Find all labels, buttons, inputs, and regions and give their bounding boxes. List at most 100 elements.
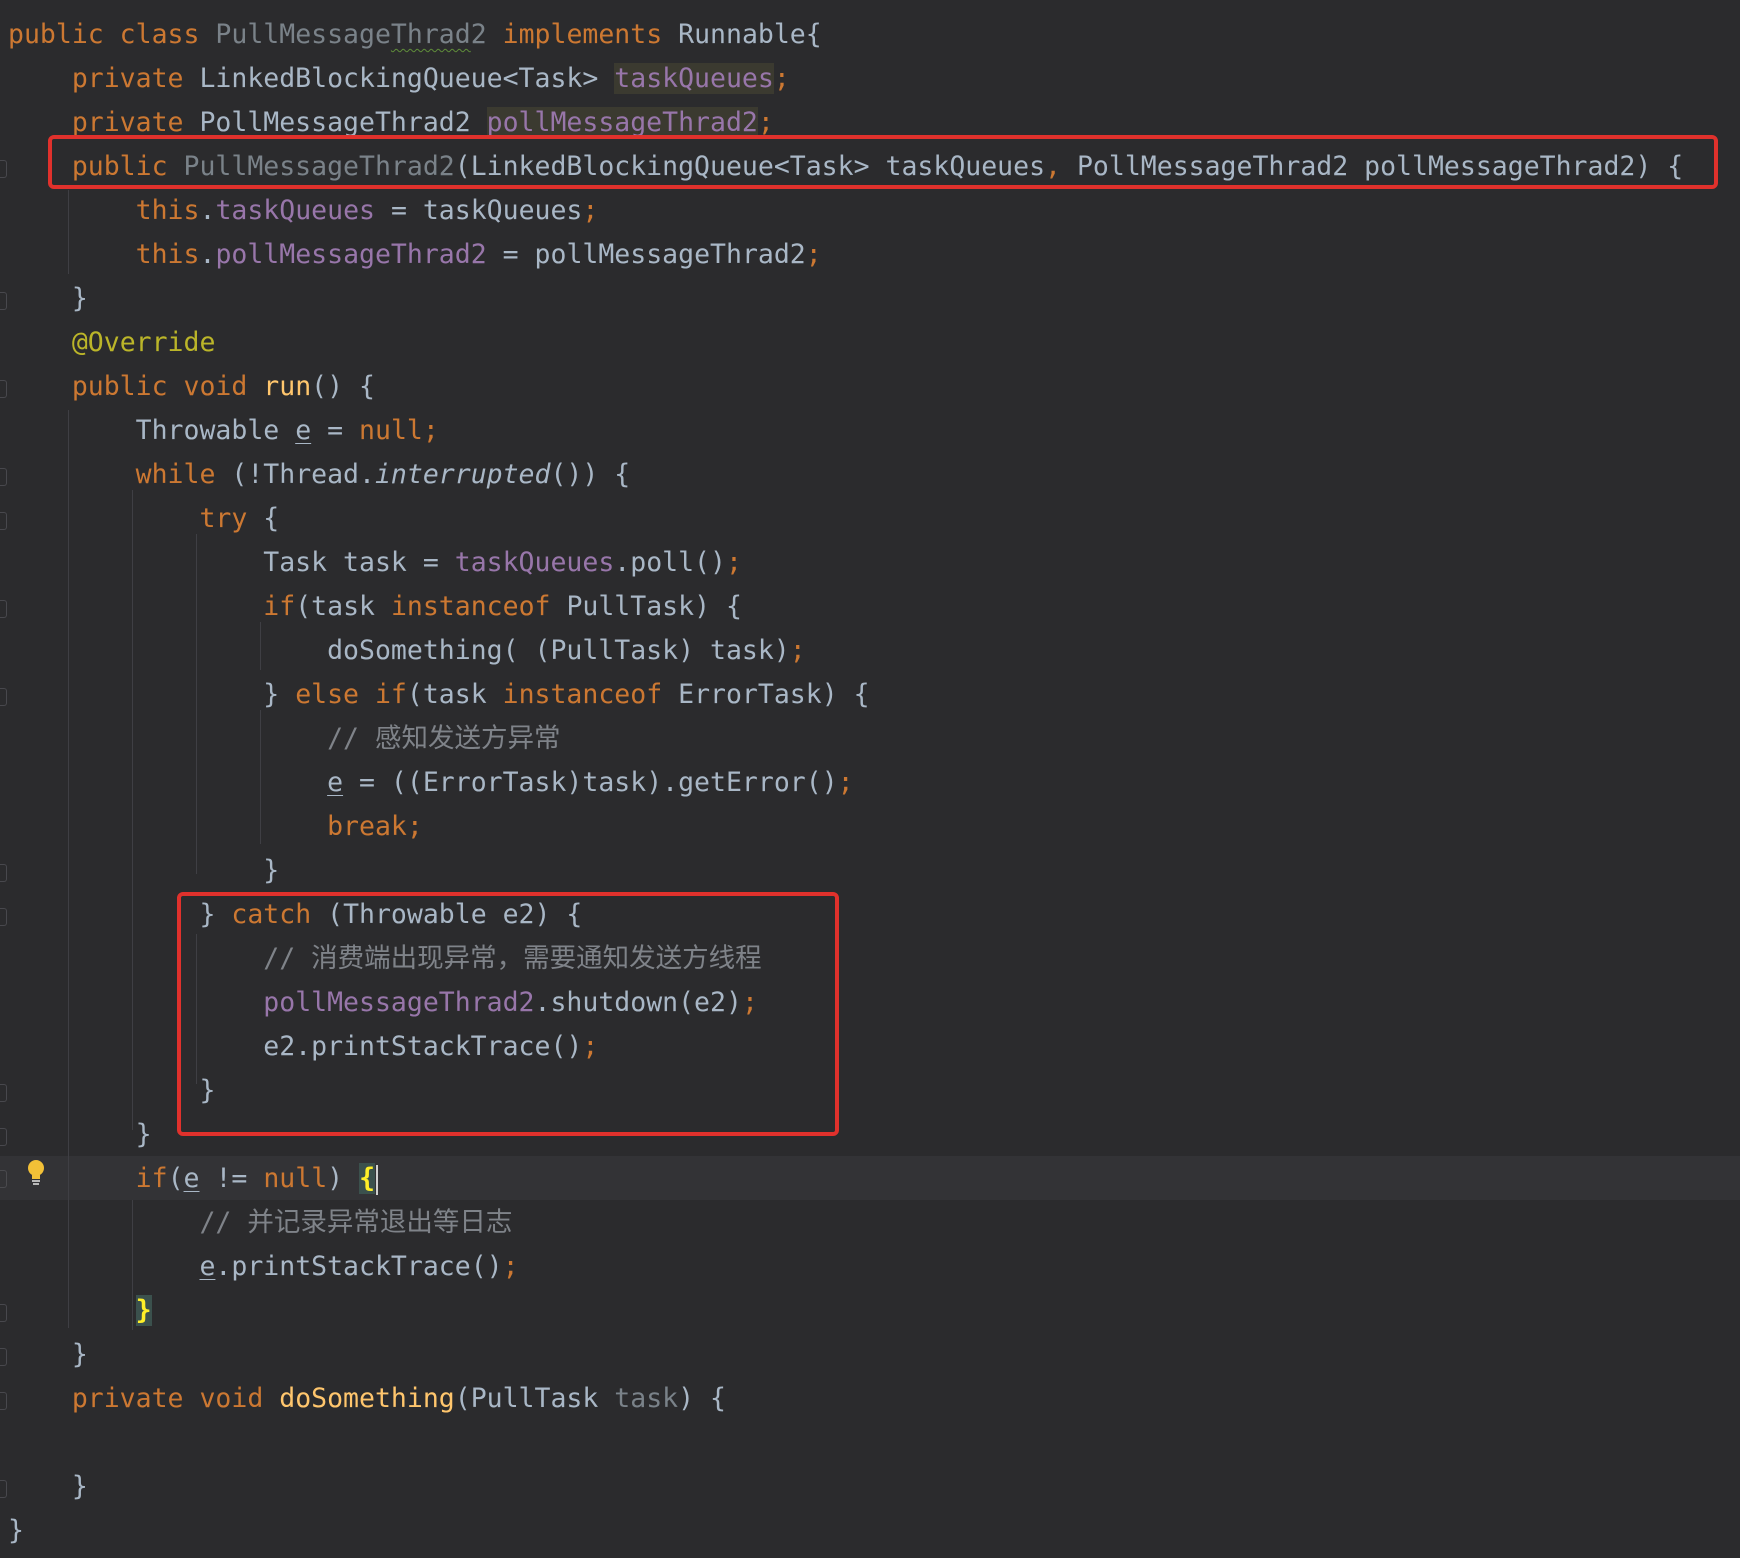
code-token: } — [8, 679, 296, 710]
code-line[interactable]: } else if(task instanceof ErrorTask) { — [8, 673, 869, 717]
code-line[interactable]: public PullMessageThrad2(LinkedBlockingQ… — [8, 145, 1683, 189]
code-token: (Throwable e2) { — [327, 899, 583, 930]
code-line[interactable]: pollMessageThrad2.shutdown(e2); — [8, 981, 758, 1025]
fold-marker-icon[interactable] — [0, 600, 7, 618]
code-token: e — [327, 767, 344, 798]
fold-marker-icon[interactable] — [0, 468, 7, 486]
code-token: () { — [311, 371, 375, 402]
code-line[interactable]: public void run() { — [8, 365, 375, 409]
code-token: Task task = — [8, 547, 455, 578]
code-token: ; — [789, 635, 806, 666]
code-token: != — [199, 1163, 264, 1194]
fold-marker-icon[interactable] — [0, 292, 7, 310]
code-token: . — [199, 195, 216, 226]
code-token: e — [199, 1251, 216, 1282]
code-token: instanceof — [390, 591, 567, 622]
code-line[interactable]: } — [8, 1509, 24, 1553]
code-token: implements — [502, 19, 679, 50]
fold-marker-icon[interactable] — [0, 1480, 7, 1498]
code-line[interactable]: private void doSomething(PullTask task) … — [8, 1377, 726, 1421]
fold-marker-icon[interactable] — [0, 1304, 7, 1322]
code-line[interactable]: this.taskQueues = taskQueues; — [8, 189, 599, 233]
code-token: instanceof — [502, 679, 679, 710]
code-line[interactable]: Throwable e = null; — [8, 409, 439, 453]
code-token: } — [8, 855, 280, 886]
code-line[interactable]: if(task instanceof PullTask) { — [8, 585, 742, 629]
code-line[interactable]: public class PullMessageThrad2 implement… — [8, 13, 822, 57]
code-line[interactable]: this.pollMessageThrad2 = pollMessageThra… — [8, 233, 822, 277]
code-token: interrupted — [374, 459, 551, 490]
code-line[interactable]: } — [8, 277, 88, 321]
code-token: // — [327, 723, 375, 754]
code-line[interactable]: } catch (Throwable e2) { — [8, 893, 582, 937]
code-line[interactable]: // 消费端出现异常，需要通知发送方线程 — [8, 937, 761, 981]
code-token: null — [263, 1163, 328, 1194]
code-line[interactable]: // 并记录异常退出等日志 — [8, 1201, 512, 1245]
code-token: pollMessageThrad2 — [215, 239, 487, 270]
fold-marker-icon[interactable] — [0, 1392, 7, 1410]
code-line[interactable]: e2.printStackTrace(); — [8, 1025, 598, 1069]
code-token: (task — [295, 591, 391, 622]
code-token: e — [295, 415, 312, 446]
code-token: ; — [502, 1251, 519, 1282]
fold-marker-icon[interactable] — [0, 1170, 7, 1188]
fold-marker-icon[interactable] — [0, 864, 7, 882]
fold-marker-icon[interactable] — [0, 688, 7, 706]
code-line[interactable]: // 感知发送方异常 — [8, 717, 560, 761]
code-line[interactable]: } — [8, 1465, 88, 1509]
code-line[interactable]: break; — [8, 805, 423, 849]
code-token: taskQueues — [215, 195, 375, 226]
code-token: ) { — [678, 1383, 726, 1414]
fold-marker-icon[interactable] — [0, 512, 7, 530]
code-line[interactable]: } — [8, 849, 279, 893]
code-token: .shutdown(e2) — [534, 987, 742, 1018]
code-line[interactable]: } — [8, 1333, 88, 1377]
code-editor[interactable]: public class PullMessageThrad2 implement… — [0, 0, 1740, 1558]
code-token: catch — [231, 899, 328, 930]
code-line[interactable]: doSomething( (PullTask) task); — [8, 629, 806, 673]
fold-marker-icon[interactable] — [0, 380, 7, 398]
code-token: , — [1045, 151, 1077, 182]
code-token: { — [359, 1163, 376, 1194]
code-line[interactable]: } — [8, 1289, 152, 1333]
code-token: run — [263, 371, 312, 402]
code-token: = pollMessageThrad2 — [486, 239, 806, 270]
code-token: PollMessageThrad2 pollMessageThrad2) { — [1076, 151, 1684, 182]
code-token: private — [8, 63, 200, 94]
code-line[interactable]: e = ((ErrorTask)task).getError(); — [8, 761, 854, 805]
fold-marker-icon[interactable] — [0, 1348, 7, 1366]
code-token: (task — [406, 679, 503, 710]
code-line[interactable]: private PollMessageThrad2 pollMessageThr… — [8, 101, 774, 145]
code-line[interactable]: try { — [8, 497, 279, 541]
code-line[interactable]: } — [8, 1113, 152, 1157]
code-token: ; — [805, 239, 822, 270]
text-caret — [376, 1164, 379, 1195]
code-token: } — [8, 899, 232, 930]
code-line[interactable]: private LinkedBlockingQueue<Task> taskQu… — [8, 57, 790, 101]
code-token: (PullTask — [454, 1383, 615, 1414]
fold-marker-icon[interactable] — [0, 160, 7, 178]
code-line[interactable]: Task task = taskQueues.poll(); — [8, 541, 742, 585]
code-token: ; — [725, 547, 742, 578]
code-line[interactable]: e.printStackTrace(); — [8, 1245, 519, 1289]
code-line[interactable]: while (!Thread.interrupted()) { — [8, 453, 631, 497]
code-token: if — [263, 591, 296, 622]
fold-marker-icon[interactable] — [0, 908, 7, 926]
code-token: ; — [582, 1031, 599, 1062]
code-line[interactable]: } — [8, 1069, 215, 1113]
fold-marker-icon[interactable] — [0, 1128, 7, 1146]
fold-marker-icon[interactable] — [0, 1084, 7, 1102]
code-token: { — [263, 503, 280, 534]
code-token: // — [199, 1207, 248, 1238]
code-token: ; — [773, 63, 790, 94]
code-line[interactable]: if(e != null) { — [8, 1157, 379, 1201]
code-line[interactable]: @Override — [8, 321, 216, 365]
code-token: // — [263, 943, 312, 974]
code-token: .poll() — [614, 547, 726, 578]
code-token: taskQueues — [454, 547, 615, 578]
